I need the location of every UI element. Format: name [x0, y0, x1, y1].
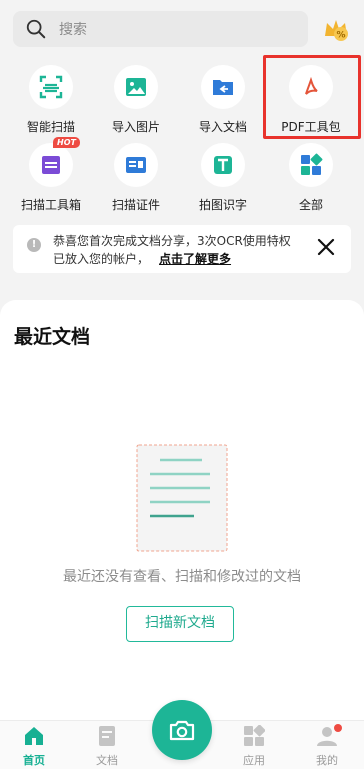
tab-me[interactable]: 我的 [297, 721, 357, 768]
tab-apps[interactable]: 应用 [224, 721, 284, 768]
camera-icon [169, 720, 195, 741]
notification-dot [334, 724, 342, 732]
empty-document-illustration [136, 444, 228, 552]
tab-label: 应用 [243, 754, 265, 767]
close-icon[interactable] [315, 236, 337, 258]
tab-home[interactable]: 首页 [4, 721, 64, 768]
scan-toolbox-icon [42, 156, 60, 174]
recent-documents-panel: 最近文档 最近还没有查看、扫描和修改过的文档 扫描新文档 [0, 300, 364, 720]
search-input[interactable]: 搜索 [13, 11, 308, 47]
tool-label: 拍图识字 [198, 198, 247, 212]
notice-line-1: 恭喜您首次完成文档分享，3次OCR使用特权 [53, 234, 291, 248]
apps-icon [244, 724, 266, 746]
tool-import-doc[interactable]: 导入文档 [182, 65, 264, 135]
import-doc-icon [213, 80, 233, 95]
tab-label: 我的 [316, 754, 338, 767]
smart-scan-icon [39, 75, 63, 99]
tool-all[interactable]: 全部 [270, 143, 352, 213]
search-placeholder: 搜索 [59, 22, 87, 38]
info-icon: ! [27, 238, 41, 252]
hot-badge: HOT [53, 137, 80, 148]
tool-ocr[interactable]: 拍图识字 [182, 143, 264, 213]
tab-documents[interactable]: 文档 [77, 721, 137, 768]
tool-scan-toolbox[interactable]: HOT 扫描工具箱 [10, 137, 92, 213]
tool-label: 导入图片 [111, 120, 160, 134]
document-icon [99, 726, 115, 746]
tool-label: 智能扫描 [26, 120, 75, 134]
notice-line-2: 已放入您的帐户， 点击了解更多 [53, 252, 232, 266]
tool-label: 全部 [298, 198, 323, 212]
tool-import-image[interactable]: 导入图片 [95, 65, 177, 135]
all-apps-icon [301, 153, 323, 175]
svg-text:%: % [336, 31, 345, 41]
tool-label: 扫描证件 [111, 198, 160, 212]
id-card-icon [126, 157, 146, 173]
vip-crown-icon[interactable]: % [322, 16, 350, 42]
pdf-toolkit-highlight-box [263, 55, 361, 139]
scan-new-document-button[interactable]: 扫描新文档 [126, 606, 234, 642]
top-section: 搜索 % 智能扫描 导入图片 导入文档 PDF工具包 HOT 扫描工具箱 扫描证… [0, 0, 364, 300]
tab-label: 文档 [96, 754, 118, 767]
notice-banner: ! 恭喜您首次完成文档分享，3次OCR使用特权 已放入您的帐户， 点击了解更多 [13, 225, 351, 273]
camera-scan-button[interactable] [152, 700, 212, 760]
tool-label: 导入文档 [198, 120, 247, 134]
import-image-icon [126, 78, 146, 96]
tool-scan-id[interactable]: 扫描证件 [95, 143, 177, 213]
ocr-text-icon [214, 156, 232, 174]
tool-smart-scan[interactable]: 智能扫描 [10, 65, 92, 135]
learn-more-link[interactable]: 点击了解更多 [159, 252, 231, 266]
recent-title: 最近文档 [14, 326, 91, 348]
empty-state-text: 最近还没有查看、扫描和修改过的文档 [63, 569, 301, 585]
tab-label: 首页 [23, 754, 45, 767]
search-icon [26, 19, 46, 39]
home-icon [25, 727, 43, 745]
tool-label: 扫描工具箱 [20, 198, 81, 212]
